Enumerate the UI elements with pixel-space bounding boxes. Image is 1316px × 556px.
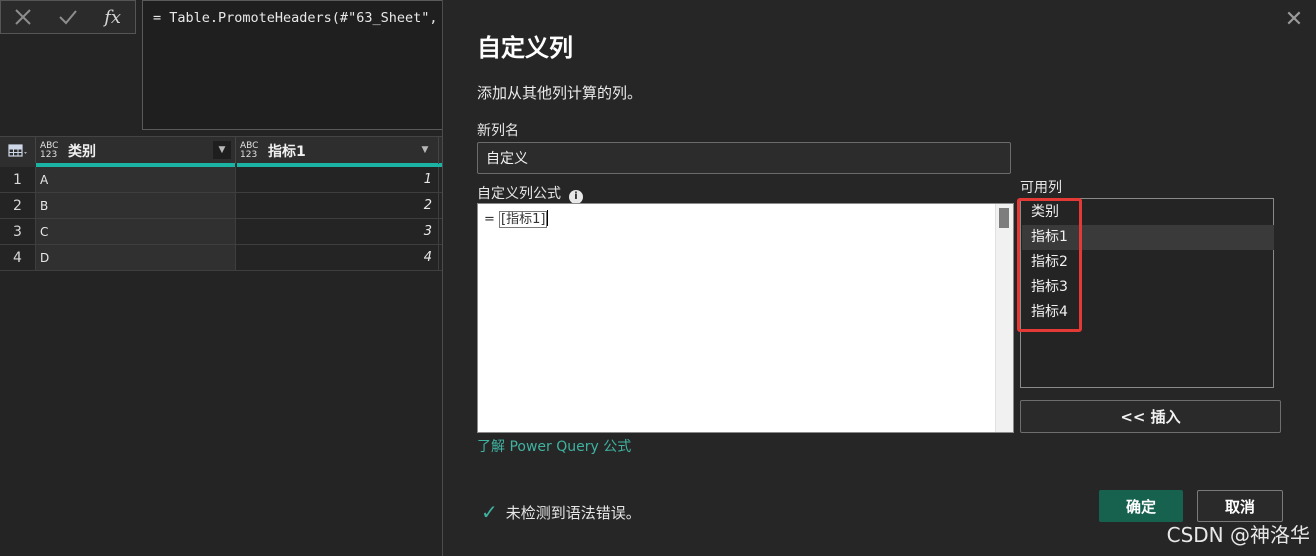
list-item[interactable]: 指标2 [1022, 250, 1274, 275]
learn-power-query-link[interactable]: 了解 Power Query 公式 [477, 436, 631, 456]
data-grid: ABC 123 类别 ▼ ABC 123 指标1 ▼ 1 A 1 2 B 2 3… [0, 136, 446, 271]
confirm-formula-button[interactable] [46, 1, 91, 33]
formula-editor[interactable]: = [指标1] [477, 203, 1014, 433]
text-caret [547, 210, 549, 226]
grid-body: 1 A 1 2 B 2 3 C 3 4 D 4 [0, 167, 446, 271]
available-columns-label: 可用列 [1020, 180, 1062, 196]
table-cell[interactable]: B [36, 193, 236, 218]
cancel-formula-button[interactable] [1, 1, 46, 33]
formula-token: [指标1] [499, 211, 548, 228]
fx-button[interactable]: fx [90, 1, 135, 33]
column-header-metric1[interactable]: ABC 123 指标1 ▼ [236, 137, 439, 164]
any-type-icon[interactable]: ABC 123 [240, 141, 262, 160]
table-row[interactable]: 3 C 3 [0, 219, 446, 245]
insert-button[interactable]: << 插入 [1020, 400, 1281, 433]
row-number: 3 [0, 219, 36, 244]
list-item-selected[interactable]: 指标1 [1022, 225, 1274, 250]
formula-prefix: = [484, 212, 500, 227]
table-cell[interactable]: A [36, 167, 236, 192]
column-name: 类别 [68, 143, 96, 160]
table-cell[interactable]: 3 [236, 219, 439, 244]
table-cell[interactable]: 2 [236, 193, 439, 218]
info-icon[interactable]: i [569, 190, 583, 204]
formula-label-wrap: 自定义列公式 i [477, 183, 583, 204]
chevron-down-icon[interactable]: ▼ [416, 141, 434, 159]
formula-label: 自定义列公式 [477, 186, 561, 202]
table-menu-icon[interactable] [0, 137, 36, 164]
table-cell[interactable]: C [36, 219, 236, 244]
syntax-status: ✓ 未检测到语法错误。 [481, 500, 641, 524]
ok-button[interactable]: 确定 [1099, 490, 1183, 522]
dialog-description: 添加从其他列计算的列。 [477, 84, 643, 102]
list-item[interactable]: 类别 [1022, 200, 1274, 225]
table-cell[interactable]: D [36, 245, 236, 270]
any-type-icon[interactable]: ABC 123 [40, 141, 62, 160]
chevron-down-icon[interactable]: ▼ [213, 141, 231, 159]
custom-column-dialog: ✕ 自定义列 添加从其他列计算的列。 新列名 自定义列公式 i = [指标1] 了… [442, 0, 1316, 556]
list-item[interactable]: 指标4 [1022, 300, 1274, 325]
formula-bar[interactable]: = Table.PromoteHeaders(#"63_Sheet", [142, 0, 446, 130]
check-icon [59, 10, 77, 25]
formula-toolbar: fx [0, 0, 136, 34]
editor-scrollbar[interactable] [995, 204, 1013, 432]
status-text: 未检测到语法错误。 [505, 503, 641, 522]
list-item[interactable]: 指标3 [1022, 275, 1274, 300]
column-header-category[interactable]: ABC 123 类别 ▼ [36, 137, 236, 164]
row-number: 1 [0, 167, 36, 192]
table-row[interactable]: 1 A 1 [0, 167, 446, 193]
formula-text[interactable]: = [指标1] [484, 208, 549, 228]
dialog-title: 自定义列 [477, 34, 573, 62]
table-cell[interactable]: 4 [236, 245, 439, 270]
close-icon[interactable]: ✕ [1282, 8, 1306, 32]
table-cell[interactable]: 1 [236, 167, 439, 192]
scrollbar-thumb[interactable] [999, 208, 1009, 228]
watermark: CSDN @神洛华 [1166, 523, 1310, 547]
row-number: 4 [0, 245, 36, 270]
available-columns-list[interactable]: 类别 指标1 指标2 指标3 指标4 [1020, 198, 1274, 388]
new-column-name-input[interactable] [477, 142, 1011, 174]
column-name: 指标1 [268, 143, 306, 160]
cancel-button[interactable]: 取消 [1197, 490, 1283, 522]
table-row[interactable]: 2 B 2 [0, 193, 446, 219]
row-number: 2 [0, 193, 36, 218]
check-icon: ✓ [481, 500, 498, 524]
table-row[interactable]: 4 D 4 [0, 245, 446, 271]
grid-header: ABC 123 类别 ▼ ABC 123 指标1 ▼ [0, 136, 446, 164]
close-icon [15, 9, 32, 25]
new-column-label: 新列名 [477, 123, 519, 139]
